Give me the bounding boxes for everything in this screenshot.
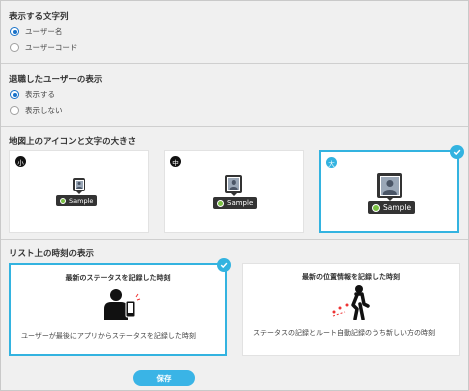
icon-size-card-large[interactable]: 大 Sample — [319, 150, 459, 233]
avatar-icon — [74, 179, 84, 190]
list-time-card-status[interactable]: 最新のステータスを記録した時刻 ユーザーが最後にアプリからステータスを記録した時… — [9, 263, 227, 356]
sample-text: Sample — [69, 196, 94, 205]
list-time-card-location[interactable]: 最新の位置情報を記録した時刻 ステータスの記録とルート自動記録のうち新しい方の時… — [242, 263, 460, 356]
sample-text: Sample — [383, 203, 412, 212]
card-description: ステータスの記録とルート自動記録のうち新しい方の時刻 — [253, 329, 435, 337]
size-badge: 大 — [326, 157, 337, 168]
check-icon — [217, 258, 231, 272]
walking-route-icon — [332, 285, 370, 320]
icon-size-card-small[interactable]: 小 Sample — [9, 150, 149, 233]
card-description: ユーザーが最後にアプリからステータスを記録した時刻 — [21, 332, 196, 340]
divider — [1, 239, 468, 240]
sample-label: Sample — [56, 195, 98, 206]
section-title-list-time: リスト上の時刻の表示 — [9, 249, 95, 259]
radio-label: 表示しない — [25, 106, 63, 115]
radio-option-hide[interactable]: 表示しない — [10, 105, 63, 116]
radio-button[interactable] — [10, 90, 19, 99]
status-dot-icon — [217, 199, 224, 207]
radio-label: 表示する — [25, 90, 55, 99]
radio-label: ユーザー名 — [25, 27, 63, 36]
divider — [1, 63, 468, 64]
radio-button[interactable] — [10, 27, 19, 36]
radio-option-show[interactable]: 表示する — [10, 89, 55, 100]
radio-button[interactable] — [10, 43, 19, 52]
avatar-icon — [379, 175, 400, 196]
size-badge: 中 — [170, 156, 181, 167]
section-title-retired-users: 退職したユーザーの表示 — [9, 75, 103, 85]
avatar-pin — [73, 178, 85, 191]
save-button[interactable]: 保存 — [133, 370, 195, 386]
avatar-icon — [227, 177, 240, 191]
avatar-pin — [225, 175, 242, 193]
section-title-map-icon-size: 地図上のアイコンと文字の大きさ — [9, 137, 137, 147]
status-dot-icon — [372, 203, 380, 212]
avatar-pin — [377, 173, 402, 198]
icon-size-card-medium[interactable]: 中 Sample — [164, 150, 304, 233]
person-phone-icon — [104, 289, 141, 320]
divider — [1, 126, 468, 127]
sample-label: Sample — [368, 201, 416, 214]
radio-label: ユーザーコード — [25, 43, 78, 52]
radio-button[interactable] — [10, 106, 19, 115]
card-title: 最新の位置情報を記録した時刻 — [302, 273, 400, 281]
sample-text: Sample — [227, 199, 254, 207]
status-dot-icon — [60, 197, 66, 204]
card-title: 最新のステータスを記録した時刻 — [65, 274, 171, 282]
size-badge: 小 — [15, 156, 26, 167]
check-icon — [450, 145, 464, 159]
section-title-display-string: 表示する文字列 — [9, 12, 69, 22]
sample-label: Sample — [213, 197, 258, 209]
radio-option-usercode[interactable]: ユーザーコード — [10, 42, 77, 53]
settings-panel: 表示する文字列 ユーザー名 ユーザーコード 退職したユーザーの表示 表示する 表… — [0, 0, 469, 391]
radio-option-username[interactable]: ユーザー名 — [10, 26, 62, 37]
